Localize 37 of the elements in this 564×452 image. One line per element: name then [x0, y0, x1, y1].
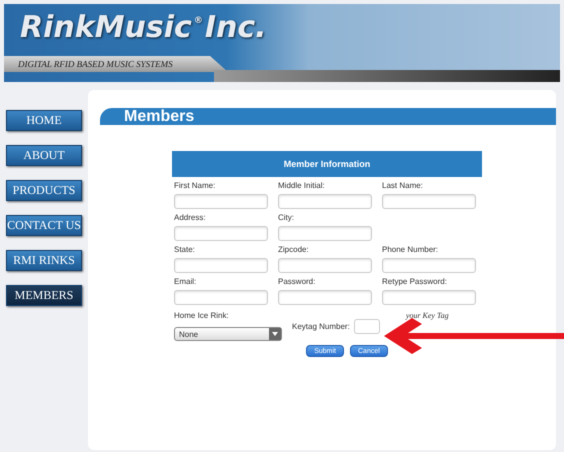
field-label: Home Ice Rink: — [174, 311, 230, 320]
input-field[interactable] — [278, 194, 372, 209]
input-field[interactable] — [174, 226, 268, 241]
page-title: Members — [100, 108, 556, 125]
field-label: Middle Initial: — [278, 181, 326, 190]
input-field[interactable] — [174, 290, 268, 305]
input-field[interactable] — [278, 290, 372, 305]
field-label: Password: — [278, 277, 316, 286]
field-label: Address: — [174, 213, 207, 222]
keytag-note: your Key Tag — [406, 311, 449, 320]
nav-button[interactable]: RMI RINKS — [6, 250, 82, 271]
input-field[interactable] — [278, 258, 372, 273]
nav-button[interactable]: ABOUT — [6, 145, 82, 166]
nav-button[interactable]: HOME — [6, 110, 82, 131]
tagline: DIGITAL RFID BASED MUSIC SYSTEMS — [4, 56, 228, 72]
field-label: Zipcode: — [278, 245, 310, 254]
field-label: Keytag Number: — [292, 322, 350, 331]
input-field[interactable] — [174, 194, 268, 209]
nav-button[interactable]: PRODUCTS — [6, 180, 82, 201]
field-label: Last Name: — [382, 181, 424, 190]
logo: RinkMusic®Inc. — [19, 9, 268, 45]
field-label: Retype Password: — [382, 277, 448, 286]
input-field[interactable] — [354, 319, 380, 334]
form-header: Member Information — [172, 151, 482, 177]
input-field[interactable] — [382, 194, 476, 209]
input-field[interactable] — [382, 258, 476, 273]
field-label: State: — [174, 245, 196, 254]
field-label: First Name: — [174, 181, 216, 190]
input-field[interactable] — [278, 226, 372, 241]
input-field[interactable] — [382, 290, 476, 305]
field-label: Phone Number: — [382, 245, 440, 254]
field-label: Email: — [174, 277, 198, 286]
nav-button[interactable]: CONTACT US — [6, 215, 82, 236]
input-field[interactable] — [174, 258, 268, 273]
nav-button[interactable]: MEMBERS — [6, 285, 82, 306]
field-label: City: — [278, 213, 295, 222]
rink-dropdown[interactable]: None — [174, 327, 282, 341]
